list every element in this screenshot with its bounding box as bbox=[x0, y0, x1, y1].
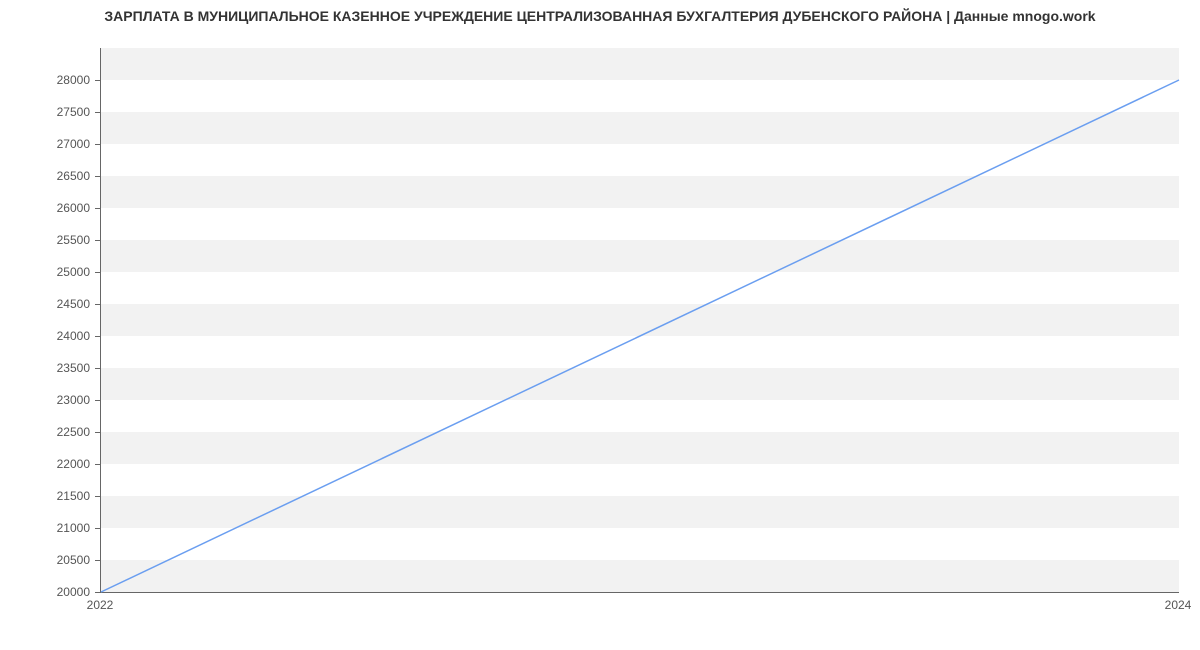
y-tick-label: 23000 bbox=[0, 393, 90, 407]
y-tick-mark bbox=[95, 336, 100, 337]
y-tick-mark bbox=[95, 368, 100, 369]
y-tick-label: 22000 bbox=[0, 457, 90, 471]
y-tick-label: 23500 bbox=[0, 361, 90, 375]
x-tick-label: 2022 bbox=[87, 598, 114, 612]
y-tick-label: 24000 bbox=[0, 329, 90, 343]
series-line bbox=[101, 80, 1179, 592]
y-tick-label: 24500 bbox=[0, 297, 90, 311]
chart-title: ЗАРПЛАТА В МУНИЦИПАЛЬНОЕ КАЗЕННОЕ УЧРЕЖД… bbox=[0, 8, 1200, 24]
y-tick-mark bbox=[95, 432, 100, 433]
y-tick-mark bbox=[95, 496, 100, 497]
plot-area bbox=[100, 48, 1179, 593]
y-tick-label: 26000 bbox=[0, 201, 90, 215]
y-tick-label: 21000 bbox=[0, 521, 90, 535]
y-tick-mark bbox=[95, 528, 100, 529]
y-tick-label: 21500 bbox=[0, 489, 90, 503]
y-tick-mark bbox=[95, 240, 100, 241]
y-tick-label: 26500 bbox=[0, 169, 90, 183]
y-tick-label: 28000 bbox=[0, 73, 90, 87]
x-tick-label: 2024 bbox=[1165, 598, 1192, 612]
y-tick-label: 25500 bbox=[0, 233, 90, 247]
y-tick-mark bbox=[95, 400, 100, 401]
y-tick-label: 25000 bbox=[0, 265, 90, 279]
y-tick-label: 20000 bbox=[0, 585, 90, 599]
y-tick-mark bbox=[95, 592, 100, 593]
y-tick-mark bbox=[95, 272, 100, 273]
y-tick-mark bbox=[95, 144, 100, 145]
y-tick-mark bbox=[95, 304, 100, 305]
y-tick-label: 27000 bbox=[0, 137, 90, 151]
y-tick-mark bbox=[95, 80, 100, 81]
y-tick-label: 22500 bbox=[0, 425, 90, 439]
chart-container: ЗАРПЛАТА В МУНИЦИПАЛЬНОЕ КАЗЕННОЕ УЧРЕЖД… bbox=[0, 0, 1200, 650]
y-tick-mark bbox=[95, 176, 100, 177]
y-tick-label: 20500 bbox=[0, 553, 90, 567]
y-tick-label: 27500 bbox=[0, 105, 90, 119]
y-tick-mark bbox=[95, 208, 100, 209]
y-tick-mark bbox=[95, 464, 100, 465]
line-series bbox=[101, 48, 1179, 592]
y-tick-mark bbox=[95, 112, 100, 113]
y-tick-mark bbox=[95, 560, 100, 561]
